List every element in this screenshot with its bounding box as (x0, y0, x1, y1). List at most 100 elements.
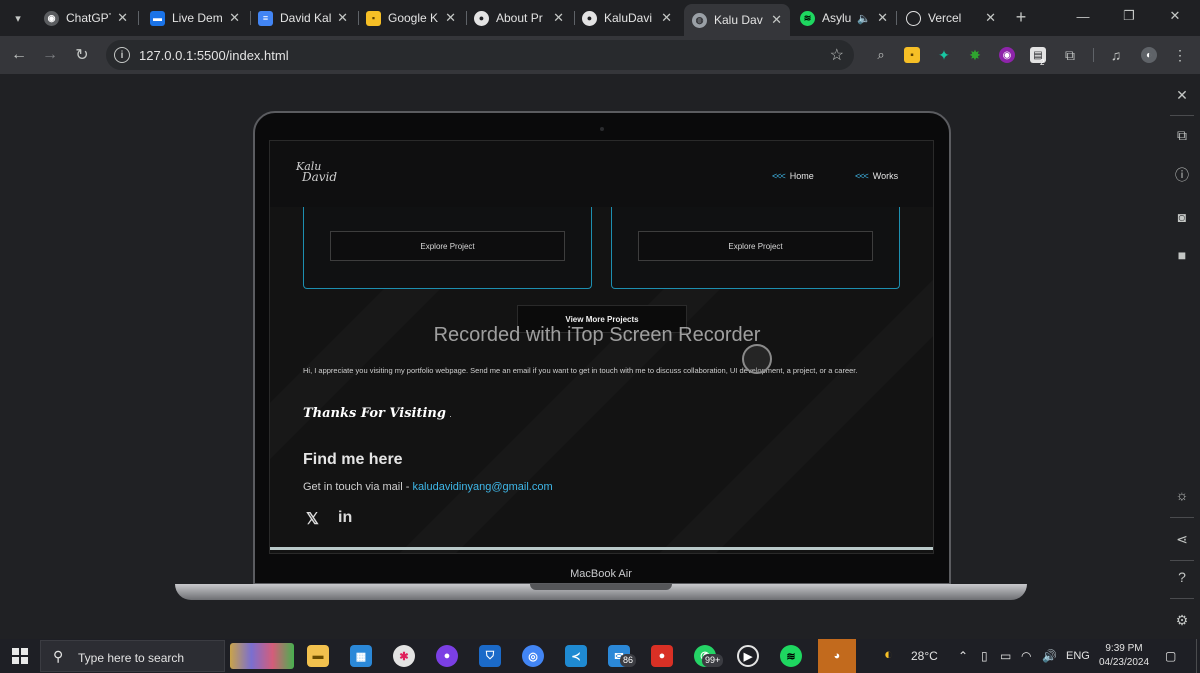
device-icon[interactable]: ▯ (981, 649, 988, 663)
volume-icon[interactable]: 🔊 (1042, 649, 1057, 663)
tab-title: Google K (388, 11, 439, 25)
battery-icon[interactable]: ▭ (1000, 649, 1011, 663)
thanks-heading: Thanks For Visiting My P (303, 406, 451, 421)
camera-icon[interactable]: ◙ (1173, 208, 1191, 226)
bitwarden-icon[interactable]: ⛉ (479, 645, 501, 667)
gesture-extension-icon[interactable]: ✦ (936, 47, 952, 63)
new-recording-icon[interactable]: ⧉ (1173, 126, 1191, 144)
media-control-icon[interactable]: ♫ (1108, 47, 1124, 63)
tab-close-icon[interactable]: ✕ (229, 10, 240, 26)
mail-link[interactable]: kaludavidinyang@gmail.com (412, 481, 552, 493)
site-logo[interactable]: Kalu David (296, 161, 337, 183)
close-icon[interactable]: ✕ (1173, 86, 1191, 104)
tab-live-demo[interactable]: ▬ Live Dem ✕ (142, 4, 248, 32)
keep-extension-icon[interactable]: ▪ (904, 47, 920, 63)
brightness-icon[interactable]: ☼ (1173, 486, 1191, 504)
speaker-icon[interactable]: 🔈 (857, 12, 871, 25)
x-twitter-icon[interactable]: 𝕏 (306, 509, 319, 529)
books-widget-icon[interactable] (230, 643, 294, 669)
forward-button[interactable]: → (38, 43, 62, 67)
tab-vercel[interactable]: Vercel ✕ (898, 4, 1004, 32)
toolbar-divider (1093, 48, 1094, 62)
tab-chatgpt[interactable]: ◉ ChatGPT ✕ (36, 4, 136, 32)
taskbar-clock[interactable]: 9:39 PM 04/23/2024 (1094, 642, 1154, 670)
linkedin-icon[interactable]: in (338, 509, 352, 527)
tab-title: ChatGPT (66, 11, 112, 25)
nav-link-works[interactable]: <<< Works (855, 171, 898, 181)
taskbar-search[interactable]: ⚲ Type here to search (40, 640, 225, 672)
tab-title: About Pr (496, 11, 543, 25)
vscode-icon[interactable]: ≺ (565, 645, 587, 667)
tab-david-kalu-doc[interactable]: ≡ David Kal ✕ (250, 4, 356, 32)
tab-close-icon[interactable]: ✕ (337, 10, 348, 26)
spotify-taskbar-icon[interactable]: ≋ (780, 645, 802, 667)
screen-recorder-icon[interactable]: ● (651, 645, 673, 667)
video-camera-icon[interactable]: ■ (1173, 246, 1191, 264)
windows-start-icon[interactable] (12, 648, 28, 664)
temperature[interactable]: 28°C (911, 649, 938, 663)
minimize-button[interactable]: — (1060, 0, 1106, 32)
microsoft-store-icon[interactable]: ▦ (350, 645, 372, 667)
tab-spotify-asylum[interactable]: ≋ Asylu 🔈 ✕ (792, 4, 896, 32)
windows-taskbar: ⚲ Type here to search ▬ ▦ ✱ ● ⛉ ◎ ≺ ✉ 86… (0, 639, 1200, 673)
tab-search-extension-icon[interactable]: ⌕ (873, 47, 889, 63)
share-icon[interactable]: ⋖ (1173, 530, 1191, 548)
tab-close-icon[interactable]: ✕ (117, 10, 128, 26)
github-desktop-icon[interactable]: ● (436, 645, 458, 667)
tab-divider (896, 11, 897, 25)
file-explorer-icon[interactable]: ▬ (307, 645, 329, 667)
tray-chevron-icon[interactable]: ⌃ (958, 649, 968, 663)
tab-close-icon[interactable]: ✕ (445, 10, 456, 26)
tab-close-icon[interactable]: ✕ (771, 12, 782, 28)
site-info-icon[interactable]: i (114, 47, 130, 63)
show-desktop-button[interactable] (1196, 639, 1200, 673)
live-demo-icon: ▬ (150, 10, 165, 26)
laptop-label: MacBook Air (570, 568, 632, 580)
profile-avatar[interactable]: ◐ (1141, 47, 1157, 63)
recorder-extension-icon[interactable]: ◉ (999, 47, 1015, 63)
notifications-icon[interactable]: ▢ (1165, 649, 1176, 663)
tab-title: KaluDavi (604, 11, 653, 25)
tab-search-chevron-icon[interactable]: ▾ (7, 7, 29, 29)
help-icon[interactable]: ? (1173, 568, 1191, 586)
weather-icon[interactable]: ◐ (884, 646, 893, 663)
back-button[interactable]: ← (7, 43, 31, 67)
explore-project-button[interactable]: Explore Project (638, 231, 873, 261)
panel-divider (1170, 517, 1194, 518)
browser-menu-icon[interactable]: ⋮ (1172, 47, 1188, 63)
tab-about-project[interactable]: ● About Pr ✕ (466, 4, 572, 32)
tab-title: Kalu Dav (714, 13, 763, 27)
explore-project-button[interactable]: Explore Project (330, 231, 565, 261)
reload-button[interactable]: ↻ (70, 43, 94, 67)
discord-icon[interactable]: ◕ (818, 639, 856, 673)
chrome-icon[interactable]: ◎ (522, 645, 544, 667)
new-tab-button[interactable]: + (1010, 6, 1032, 28)
address-bar[interactable]: i 127.0.0.1:5500/index.html ☆ (106, 40, 854, 70)
nav-link-home[interactable]: <<< Home (772, 171, 814, 181)
bookmark-star-icon[interactable]: ☆ (830, 45, 844, 65)
mail-prefix: Get in touch via mail - (303, 481, 413, 493)
tab-close-icon[interactable]: ✕ (553, 10, 564, 26)
close-window-button[interactable]: ✕ (1152, 0, 1198, 32)
tab-close-icon[interactable]: ✕ (877, 10, 888, 26)
green-extension-icon[interactable]: ✸ (967, 47, 983, 63)
url-text: 127.0.0.1:5500/index.html (139, 48, 289, 63)
tab-divider (138, 11, 139, 25)
slack-icon[interactable]: ✱ (393, 645, 415, 667)
laptop-camera (600, 127, 604, 131)
media-player-icon[interactable]: ▶ (737, 645, 759, 667)
language-indicator[interactable]: ENG (1066, 650, 1090, 662)
settings-gear-icon[interactable]: ⚙ (1173, 611, 1191, 629)
tab-kaludavid-github[interactable]: ● KaluDavi ✕ (574, 4, 680, 32)
tab-google-keep[interactable]: ▪ Google K ✕ (358, 4, 464, 32)
tab-close-icon[interactable]: ✕ (985, 10, 996, 26)
tab-close-icon[interactable]: ✕ (661, 10, 672, 26)
wifi-icon[interactable]: ◠ (1021, 649, 1031, 663)
restore-button[interactable]: ❐ (1106, 0, 1152, 32)
mouse-cursor-highlight (742, 344, 772, 374)
tab-title: David Kal (280, 11, 332, 25)
info-icon[interactable]: ⓘ (1173, 166, 1191, 184)
extensions-puzzle-icon[interactable]: ⧉ (1062, 47, 1078, 63)
vercel-icon (906, 10, 921, 26)
tab-kalu-david-active[interactable]: ◍ Kalu Dav ✕ (684, 4, 790, 36)
